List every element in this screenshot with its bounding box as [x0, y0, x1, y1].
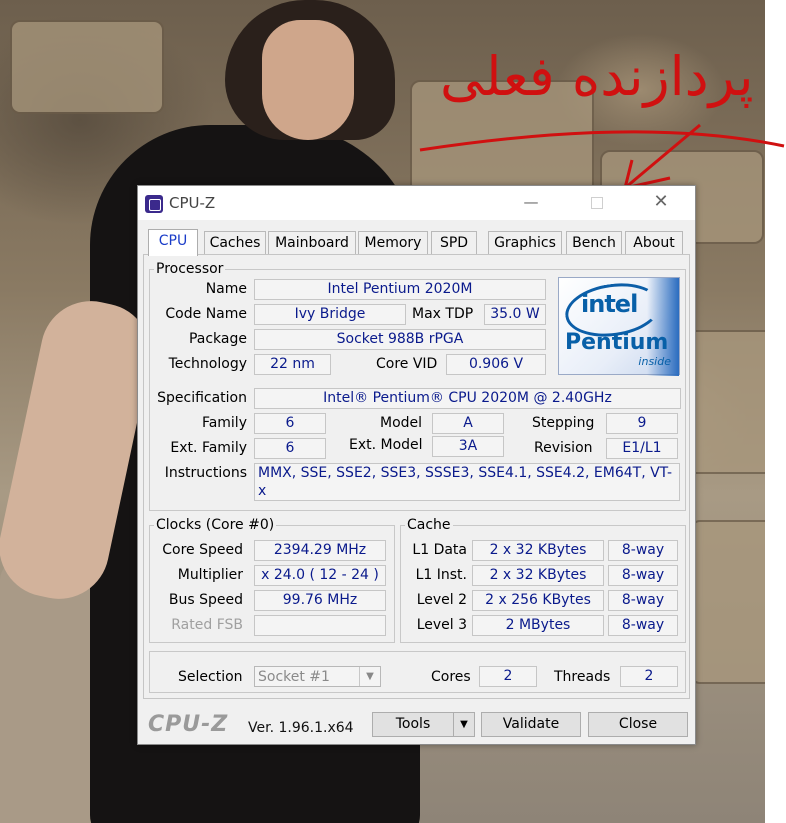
tab-caches[interactable]: Caches: [204, 231, 266, 254]
intel-pentium-logo: intel Pentium inside: [558, 277, 680, 376]
annotation-underline: [419, 130, 785, 152]
multiplier-value: x 24.0 ( 12 - 24 ): [254, 565, 386, 586]
name-value: Intel Pentium 2020M: [254, 279, 546, 300]
cpu-tab-panel: Processor Name Intel Pentium 2020M Code …: [143, 254, 690, 699]
tab-mainboard[interactable]: Mainboard: [268, 231, 356, 254]
multiplier-label: Multiplier: [177, 567, 243, 583]
tab-memory[interactable]: Memory: [358, 231, 428, 254]
cache-row-way: 8-way: [608, 615, 678, 636]
title-bar[interactable]: CPU-Z — ✕: [138, 186, 695, 220]
cpuz-window: CPU-Z — ✕ CPU Caches Mainboard Memory SP…: [137, 185, 696, 745]
selection-value: Socket #1: [258, 669, 330, 685]
wall-stone: [10, 20, 164, 114]
tab-graphics[interactable]: Graphics: [488, 231, 562, 254]
revision-value: E1/L1: [606, 438, 678, 459]
cpuz-brand-logo: CPU-Z: [148, 712, 229, 737]
window-title: CPU-Z: [169, 194, 216, 212]
cache-row-way: 8-way: [608, 540, 678, 561]
threads-label: Threads: [554, 669, 611, 685]
wall-stone: [690, 520, 765, 684]
package-label: Package: [188, 331, 247, 347]
tab-cpu[interactable]: CPU: [148, 229, 198, 256]
extfamily-label: Ext. Family: [170, 440, 247, 456]
minimize-button[interactable]: —: [508, 186, 554, 220]
tools-button[interactable]: Tools: [372, 712, 454, 737]
instructions-label: Instructions: [164, 465, 247, 481]
busspeed-label: Bus Speed: [168, 592, 243, 608]
selection-label: Selection: [178, 669, 243, 685]
cache-row-size: 2 x 32 KBytes: [472, 540, 604, 561]
selection-dropdown[interactable]: Socket #1 ▼: [254, 666, 381, 687]
cache-row-label: L1 Inst.: [415, 567, 467, 583]
close-button[interactable]: Close: [588, 712, 688, 737]
cache-row-size: 2 x 32 KBytes: [472, 565, 604, 586]
cpuz-app-icon: [145, 195, 163, 213]
stepping-value: 9: [606, 413, 678, 434]
specification-value: Intel® Pentium® CPU 2020M @ 2.40GHz: [254, 388, 681, 409]
extmodel-label: Ext. Model: [349, 437, 423, 453]
busspeed-value: 99.76 MHz: [254, 590, 386, 611]
instructions-value: MMX, SSE, SSE2, SSE3, SSSE3, SSE4.1, SSE…: [254, 463, 680, 501]
technology-label: Technology: [168, 356, 247, 372]
logo-brand: intel: [581, 290, 638, 318]
stepping-label: Stepping: [532, 415, 595, 431]
model-value: A: [432, 413, 504, 434]
maximize-button[interactable]: [574, 186, 620, 220]
person-face: [262, 20, 354, 140]
cores-label: Cores: [431, 669, 471, 685]
tab-bench[interactable]: Bench: [566, 231, 622, 254]
corespeed-label: Core Speed: [162, 542, 243, 558]
corevid-value: 0.906 V: [446, 354, 546, 375]
family-value: 6: [254, 413, 326, 434]
logo-tag: inside: [638, 355, 671, 368]
cache-row-size: 2 x 256 KBytes: [472, 590, 604, 611]
logo-product: Pentium: [565, 330, 669, 355]
extfamily-value: 6: [254, 438, 326, 459]
cache-row-label: Level 3: [416, 617, 467, 633]
technology-value: 22 nm: [254, 354, 331, 375]
maxtdp-label: Max TDP: [412, 306, 474, 322]
validate-button[interactable]: Validate: [481, 712, 581, 737]
caret-down-icon: ▼: [460, 719, 468, 730]
processor-legend: Processor: [156, 261, 224, 277]
name-label: Name: [205, 281, 247, 297]
cache-row-way: 8-way: [608, 565, 678, 586]
handwritten-annotation: پردازنده فعلی: [419, 45, 785, 190]
corevid-label: Core VID: [376, 356, 438, 372]
specification-label: Specification: [157, 390, 247, 406]
extmodel-value: 3A: [432, 436, 504, 457]
codename-label: Code Name: [165, 306, 247, 322]
package-value: Socket 988B rPGA: [254, 329, 546, 350]
revision-label: Revision: [534, 440, 593, 456]
cache-row-label: L1 Data: [412, 542, 467, 558]
version-label: Ver. 1.96.1.x64: [248, 720, 354, 736]
family-label: Family: [201, 415, 247, 431]
cache-row-size: 2 MBytes: [472, 615, 604, 636]
tab-spd[interactable]: SPD: [431, 231, 477, 254]
maxtdp-value: 35.0 W: [484, 304, 546, 325]
close-window-button[interactable]: ✕: [638, 186, 684, 220]
cores-value: 2: [479, 666, 537, 687]
maximize-icon: [591, 196, 603, 209]
chevron-down-icon[interactable]: ▼: [359, 667, 380, 686]
footer-bar: CPU-Z Ver. 1.96.1.x64 Tools ▼ Validate C…: [138, 704, 695, 744]
ratedfsb-value: [254, 615, 386, 636]
corespeed-value: 2394.29 MHz: [254, 540, 386, 561]
clocks-legend: Clocks (Core #0): [156, 517, 275, 533]
cache-row-way: 8-way: [608, 590, 678, 611]
codename-value: Ivy Bridge: [254, 304, 406, 325]
cache-row-label: Level 2: [416, 592, 467, 608]
cache-legend: Cache: [407, 517, 451, 533]
annotation-text: پردازنده فعلی: [440, 45, 754, 108]
threads-value: 2: [620, 666, 678, 687]
tab-about[interactable]: About: [625, 231, 683, 254]
ratedfsb-label: Rated FSB: [171, 617, 243, 633]
tools-dropdown-arrow[interactable]: ▼: [453, 712, 475, 737]
model-label: Model: [380, 415, 423, 431]
